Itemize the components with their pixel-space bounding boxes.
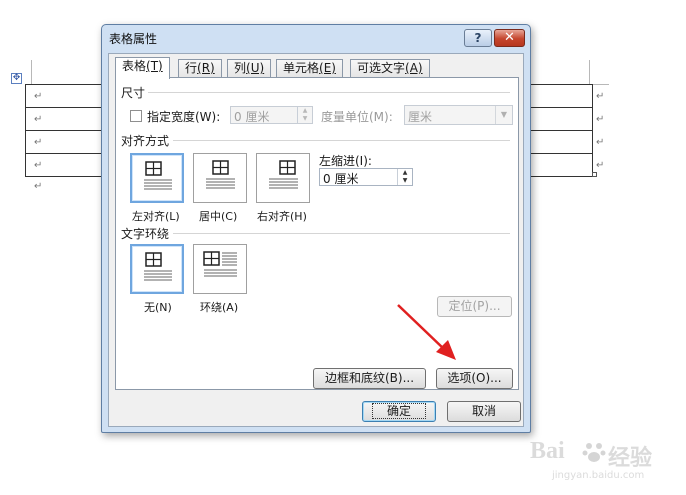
table-move-handle-icon[interactable]: ✥	[11, 73, 22, 84]
align-right-label: 右对齐(H)	[257, 210, 307, 223]
paragraph-mark: ↵	[596, 160, 605, 171]
options-button[interactable]: 选项(O)...	[436, 368, 513, 389]
paragraph-mark: ↵	[34, 114, 43, 125]
chevron-down-icon[interactable]: ▼	[495, 106, 512, 124]
tab-cell[interactable]: 单元格(E)	[276, 59, 343, 78]
ok-button-label: 确定	[371, 403, 426, 419]
table-resize-handle[interactable]	[592, 172, 597, 177]
table-properties-dialog: 表格属性 ? ✕ 表格(T) 行(R) 列(U) 单元格(E) 可选文字(A) …	[101, 24, 531, 433]
dialog-titlebar[interactable]: 表格属性 ? ✕	[102, 25, 530, 50]
tab-alt-text[interactable]: 可选文字(A)	[350, 59, 430, 78]
tab-table[interactable]: 表格(T)	[115, 57, 170, 79]
alignment-section-title: 对齐方式	[121, 134, 170, 148]
wrap-none-option[interactable]	[130, 244, 184, 294]
section-divider	[148, 92, 510, 93]
measure-in-value: 厘米	[408, 110, 433, 124]
tab-column[interactable]: 列(U)	[227, 59, 272, 78]
watermark-url: jingyan.baidu.com	[552, 470, 645, 481]
align-right-option[interactable]	[256, 153, 310, 203]
spin-down-icon[interactable]: ▼	[298, 115, 312, 123]
spinner-arrows[interactable]: ▲ ▼	[297, 107, 312, 123]
borders-shading-button[interactable]: 边框和底纹(B)...	[313, 368, 426, 389]
left-indent-spinner[interactable]: 0 厘米 ▲ ▼	[319, 168, 413, 186]
wrap-none-label: 无(N)	[144, 301, 172, 314]
spin-down-icon[interactable]: ▼	[398, 177, 412, 185]
watermark-brand-jingyan: 经验	[608, 446, 653, 471]
table-tab-panel: 尺寸 指定宽度(W): 0 厘米 ▲▼ 度量单位(M): 厘米 ▼ 对齐方式	[115, 77, 519, 390]
align-center-option[interactable]	[193, 153, 247, 203]
preferred-width-label: 指定宽度(W):	[147, 110, 221, 124]
wrap-around-icon	[203, 251, 237, 277]
tab-accel: (R)	[197, 61, 215, 75]
left-indent-value: 0 厘米	[323, 172, 359, 186]
measure-in-select[interactable]: 厘米 ▼	[404, 105, 513, 125]
watermark-logo: Bai 经验 jingyan.baidu.com	[520, 436, 680, 486]
paragraph-mark: ↵	[596, 137, 605, 148]
positioning-button[interactable]: 定位(P)...	[437, 296, 512, 317]
spinner-arrows[interactable]: ▲ ▼	[397, 169, 412, 185]
watermark-brand: Bai	[530, 438, 565, 464]
align-left-option[interactable]	[130, 153, 184, 203]
text-wrapping-section-title: 文字环绕	[121, 227, 170, 241]
size-section-title: 尺寸	[121, 86, 146, 100]
tab-label: 列	[234, 61, 247, 75]
align-right-icon	[269, 160, 298, 189]
tab-label: 表格	[122, 59, 147, 73]
close-button[interactable]: ✕	[494, 29, 525, 47]
preferred-width-checkbox[interactable]	[130, 110, 142, 122]
preferred-width-spinner[interactable]: 0 厘米 ▲ ▼	[230, 106, 313, 124]
paragraph-mark: ↵	[34, 160, 43, 171]
section-divider	[173, 233, 510, 234]
tab-accel: (A)	[405, 61, 423, 75]
preferred-width-value: 0 厘米	[234, 110, 270, 124]
align-left-icon	[144, 161, 172, 190]
tab-label: 行	[185, 61, 198, 75]
align-center-label: 居中(C)	[199, 210, 238, 223]
cancel-button[interactable]: 取消	[447, 401, 521, 422]
dialog-client-area: 表格(T) 行(R) 列(U) 单元格(E) 可选文字(A) 尺寸 指定宽度(W…	[108, 53, 524, 427]
dialog-title: 表格属性	[109, 32, 158, 46]
ok-button[interactable]: 确定	[362, 401, 436, 422]
paragraph-mark: ↵	[596, 91, 605, 102]
align-center-icon	[206, 160, 235, 189]
tab-label: 可选文字	[357, 61, 406, 75]
wrap-around-option[interactable]	[193, 244, 247, 294]
margin-guide-right	[589, 60, 590, 84]
tab-label: 单元格	[283, 61, 320, 75]
tab-row[interactable]: 行(R)	[178, 59, 222, 78]
margin-guide-left	[31, 60, 32, 84]
tab-accel: (E)	[319, 61, 336, 75]
paw-icon	[582, 443, 606, 462]
paragraph-mark: ↵	[34, 137, 43, 148]
measure-in-label: 度量单位(M):	[321, 110, 393, 124]
tab-accel: (U)	[246, 61, 265, 75]
align-left-label: 左对齐(L)	[132, 210, 180, 223]
section-divider	[173, 140, 510, 141]
wrap-around-label: 环绕(A)	[200, 301, 239, 314]
wrap-none-icon	[144, 252, 172, 281]
paragraph-mark: ↵	[34, 181, 43, 192]
spin-up-icon[interactable]: ▲	[398, 169, 412, 177]
paragraph-mark: ↵	[34, 91, 43, 102]
tab-accel: (T)	[146, 59, 163, 73]
help-button[interactable]: ?	[464, 29, 492, 47]
left-indent-label: 左缩进(I):	[319, 154, 372, 168]
paragraph-mark: ↵	[596, 114, 605, 125]
spin-up-icon[interactable]: ▲	[298, 107, 312, 115]
